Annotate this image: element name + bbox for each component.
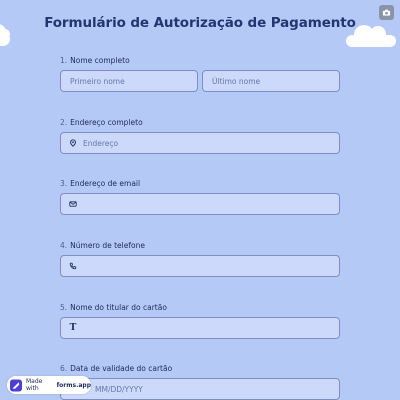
badge-brand: forms.app [56,381,91,389]
question-cardholder-name: 5. Nome do titular do cartão [60,302,340,314]
question-number: 5. [60,303,68,312]
first-name-input[interactable]: Primeiro nome [60,70,198,92]
phone-input[interactable] [60,255,340,277]
cloud-decoration-left [0,24,10,46]
badge-prefix: Made with [25,378,43,392]
last-name-input[interactable]: Último nome [202,70,340,92]
question-number: 4. [60,241,68,250]
text-t-icon: T [69,323,77,333]
cardholder-name-input[interactable]: T [60,317,340,339]
card-expiry-input[interactable]: MM/DD/YYYY [60,378,340,400]
question-text: Data de validade do cartão [70,364,173,373]
question-text: Número de telefone [70,241,145,250]
question-full-name: 1. Nome completo [60,55,340,67]
question-label: 6. Data de validade do cartão [60,363,340,375]
question-number: 3. [60,179,68,188]
forms-app-logo-icon [10,379,22,391]
question-number: 2. [60,118,68,127]
question-text: Nome do titular do cartão [70,303,167,312]
made-with-forms-app-badge[interactable]: Made with forms.app [7,376,91,394]
question-phone: 4. Número de telefone [60,240,340,252]
question-label: 2. Endereço completo [60,117,340,129]
question-email: 3. Endereço de email [60,178,340,190]
first-name-placeholder: Primeiro nome [70,76,125,86]
question-text: Nome completo [70,56,130,65]
address-input[interactable]: Endereço [60,132,340,154]
question-label: 5. Nome do titular do cartão [60,302,340,314]
last-name-placeholder: Último nome [212,76,261,86]
email-input[interactable] [60,193,340,215]
question-number: 6. [60,364,68,373]
question-text: Endereço completo [70,118,143,127]
cloud-decoration-right [346,25,396,47]
phone-icon [61,262,79,270]
location-pin-icon [61,139,79,147]
question-address: 2. Endereço completo [60,117,340,129]
question-text: Endereço de email [70,179,141,188]
page-title: Formulário de Autorização de Pagamento [44,15,356,31]
question-label: 4. Número de telefone [60,240,340,252]
address-placeholder: Endereço [83,138,119,148]
question-label: 1. Nome completo [60,55,340,67]
question-label: 3. Endereço de email [60,178,340,190]
question-number: 1. [60,56,68,65]
envelope-icon [61,200,79,208]
question-card-expiry: 6. Data de validade do cartão [60,363,340,375]
